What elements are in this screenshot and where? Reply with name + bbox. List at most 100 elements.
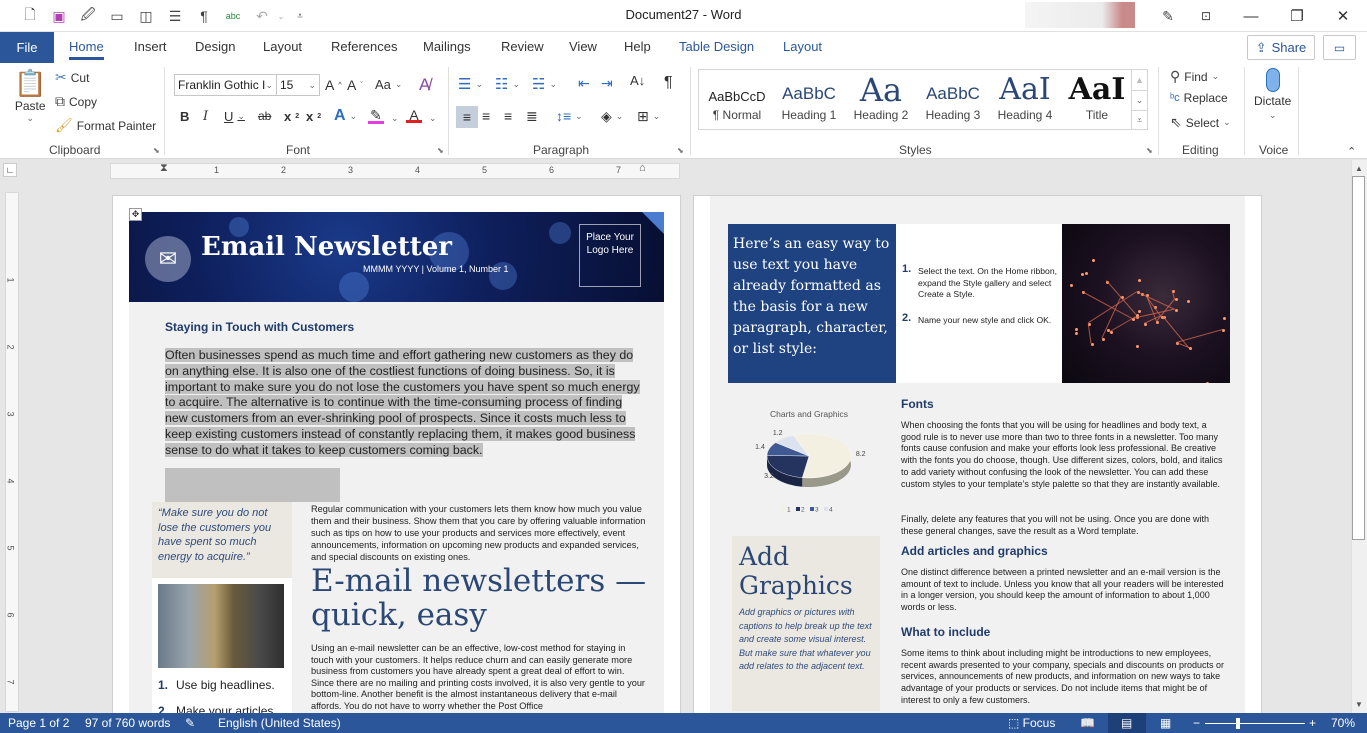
scroll-up-icon[interactable]: ▲ bbox=[1355, 164, 1363, 173]
style-heading-1[interactable]: AaBbC Heading 1 bbox=[773, 70, 845, 130]
font-size-dropdown[interactable]: 15 ⌄ bbox=[276, 74, 320, 96]
word-count[interactable]: 97 of 760 words bbox=[85, 716, 170, 730]
logo-placeholder[interactable]: Place Your Logo Here bbox=[579, 224, 641, 287]
sort-button[interactable]: A↓ bbox=[630, 73, 645, 88]
comments-button[interactable]: ▭ bbox=[1323, 35, 1356, 60]
zoom-out-button[interactable]: − bbox=[1193, 716, 1200, 730]
clear-formatting-icon[interactable]: A̸ bbox=[419, 75, 430, 95]
superscript-button[interactable]: x2 bbox=[306, 109, 321, 124]
find-button[interactable]: ⚲ Find ⌄ bbox=[1170, 68, 1219, 85]
multilevel-list-button[interactable]: ☵ ⌄ bbox=[532, 75, 557, 93]
read-mode-button[interactable]: 📖 bbox=[1080, 716, 1095, 730]
language-indicator[interactable]: English (United States) bbox=[218, 716, 341, 730]
scroll-down-icon[interactable]: ▼ bbox=[1355, 700, 1363, 709]
increase-indent-button[interactable]: ⇥ bbox=[601, 75, 613, 92]
table-move-handle-icon[interactable]: ✥ bbox=[129, 208, 142, 221]
font-color-button[interactable]: A bbox=[406, 107, 422, 123]
format-painter-button[interactable]: 🖌 Format Painter bbox=[55, 117, 156, 134]
shrink-font-button[interactable]: Aˇ bbox=[347, 77, 363, 93]
focus-mode-button[interactable]: ⬚ Focus bbox=[1008, 716, 1055, 730]
highlight-color-button[interactable]: ✎ bbox=[368, 107, 384, 124]
page-2[interactable]: Here’s an easy way to use text you have … bbox=[693, 195, 1262, 716]
horizontal-ruler[interactable]: 1 2 3 4 5 6 7 ⧗ ⌂ bbox=[110, 162, 680, 179]
shading-button[interactable]: ◈ ⌄ bbox=[601, 108, 623, 125]
italic-button[interactable]: I bbox=[203, 109, 208, 124]
designer-pen-icon[interactable]: ✎ bbox=[1158, 6, 1178, 26]
justify-button[interactable]: ≣ bbox=[526, 108, 538, 125]
save-icon[interactable]: ▣ bbox=[49, 6, 69, 26]
style-heading-3[interactable]: AaBbC Heading 3 bbox=[917, 70, 989, 130]
numbering-button[interactable]: ☷ ⌄ bbox=[495, 75, 520, 93]
minimize-button[interactable]: — bbox=[1228, 0, 1274, 32]
gallery-scroll-up[interactable]: ▲ bbox=[1131, 70, 1147, 90]
read-mode-icon[interactable]: ◫ bbox=[136, 6, 156, 26]
vertical-ruler[interactable]: 1 2 3 4 5 6 7 bbox=[5, 192, 19, 712]
page-count[interactable]: Page 1 of 2 bbox=[8, 716, 69, 730]
bullets-button[interactable]: ☰ ⌄ bbox=[458, 75, 483, 93]
save-as-icon[interactable]: 🖉 bbox=[78, 6, 98, 26]
spelling-icon[interactable]: abc bbox=[223, 6, 243, 26]
tab-review[interactable]: Review bbox=[501, 39, 544, 54]
customize-toolbar-icon[interactable]: ⩡ bbox=[290, 6, 310, 26]
layout-icon[interactable]: ☰ bbox=[165, 6, 185, 26]
web-layout-button[interactable]: ▦ bbox=[1160, 716, 1171, 730]
zoom-slider-thumb[interactable] bbox=[1236, 718, 1241, 729]
pilcrow-icon[interactable]: ¶ bbox=[194, 6, 214, 26]
right-indent-marker[interactable]: ⌂ bbox=[639, 162, 646, 174]
cut-button[interactable]: ✂ Cut bbox=[55, 69, 89, 86]
gallery-scroll-down[interactable]: ⌄ bbox=[1131, 90, 1147, 110]
chevron-down-icon[interactable]: ⌄ bbox=[391, 113, 399, 124]
tab-layout[interactable]: Layout bbox=[263, 39, 302, 54]
open-folder-icon[interactable]: ▭ bbox=[107, 6, 127, 26]
align-left-button[interactable]: ≡ bbox=[456, 106, 478, 128]
network-image[interactable] bbox=[1062, 224, 1230, 383]
borders-button[interactable]: ⊞ ⌄ bbox=[637, 108, 660, 125]
page-1[interactable]: ✉ Email Newsletter MMMM YYYY | Volume 1,… bbox=[112, 195, 681, 718]
intro-paragraph[interactable]: Often businesses spend as much time and … bbox=[165, 348, 645, 459]
indent-marker[interactable]: ⧗ bbox=[160, 162, 168, 175]
newsletter-banner[interactable]: ✉ Email Newsletter MMMM YYYY | Volume 1,… bbox=[129, 212, 664, 302]
replace-button[interactable]: ᵇc Replace bbox=[1170, 91, 1228, 105]
tab-help[interactable]: Help bbox=[624, 39, 651, 54]
decrease-indent-button[interactable]: ⇤ bbox=[578, 75, 590, 92]
align-center-button[interactable]: ≡ bbox=[482, 108, 490, 124]
chevron-down-icon[interactable]: ⌄ bbox=[429, 113, 437, 124]
subscript-button[interactable]: x2 bbox=[284, 109, 299, 124]
warehouse-photo[interactable] bbox=[158, 584, 284, 668]
show-marks-button[interactable]: ¶ bbox=[664, 74, 673, 92]
tab-table-layout[interactable]: Layout bbox=[783, 39, 822, 54]
tab-file[interactable]: File bbox=[0, 32, 54, 63]
change-case-button[interactable]: Aa ⌄ bbox=[375, 77, 402, 92]
align-right-button[interactable]: ≡ bbox=[504, 108, 512, 124]
proofing-icon[interactable]: ✎ bbox=[185, 716, 195, 730]
copy-button[interactable]: ⧉ Copy bbox=[55, 93, 97, 110]
zoom-level[interactable]: 70% bbox=[1331, 716, 1355, 730]
tab-selector-icon[interactable]: ∟ bbox=[3, 163, 17, 177]
grow-font-button[interactable]: A ^ bbox=[325, 77, 342, 93]
zoom-slider-track[interactable] bbox=[1205, 723, 1305, 724]
undo-dropdown-icon[interactable]: ⌄ bbox=[271, 6, 291, 26]
ribbon-display-icon[interactable]: ⊡ bbox=[1196, 6, 1216, 26]
underline-button[interactable]: U ⌄ bbox=[224, 109, 245, 124]
tab-mailings[interactable]: Mailings bbox=[423, 39, 471, 54]
dialog-launcher-icon[interactable]: ⬊ bbox=[1146, 146, 1153, 155]
tab-design[interactable]: Design bbox=[195, 39, 235, 54]
collapse-ribbon-icon[interactable]: ⌃ bbox=[1347, 145, 1356, 158]
bold-button[interactable]: B bbox=[180, 109, 189, 124]
scrollbar-thumb[interactable] bbox=[1352, 176, 1365, 540]
style-normal[interactable]: AaBbCcD ¶ Normal bbox=[701, 70, 773, 130]
tab-home[interactable]: Home bbox=[69, 39, 104, 60]
dictate-button[interactable]: Dictate ⌄ bbox=[1254, 68, 1291, 121]
dialog-launcher-icon[interactable]: ⬊ bbox=[153, 146, 160, 155]
pie-chart[interactable]: Charts and Graphics 8.2 3.2 1.4 1.2 1 2 3 4 bbox=[734, 404, 884, 524]
zoom-in-button[interactable]: + bbox=[1309, 716, 1316, 730]
style-title[interactable]: AaI Title bbox=[1061, 70, 1133, 130]
strikethrough-button[interactable]: ab bbox=[258, 109, 271, 123]
style-heading-4[interactable]: AaI Heading 4 bbox=[989, 70, 1061, 130]
paste-button[interactable]: 📋 Paste ⌄ bbox=[14, 68, 46, 124]
style-heading-2[interactable]: Aa Heading 2 bbox=[845, 70, 917, 130]
tab-insert[interactable]: Insert bbox=[134, 39, 167, 54]
font-name-dropdown[interactable]: Franklin Gothic I ⌄ bbox=[174, 74, 277, 96]
tab-view[interactable]: View bbox=[569, 39, 597, 54]
undo-icon[interactable]: ↶ bbox=[252, 6, 272, 26]
